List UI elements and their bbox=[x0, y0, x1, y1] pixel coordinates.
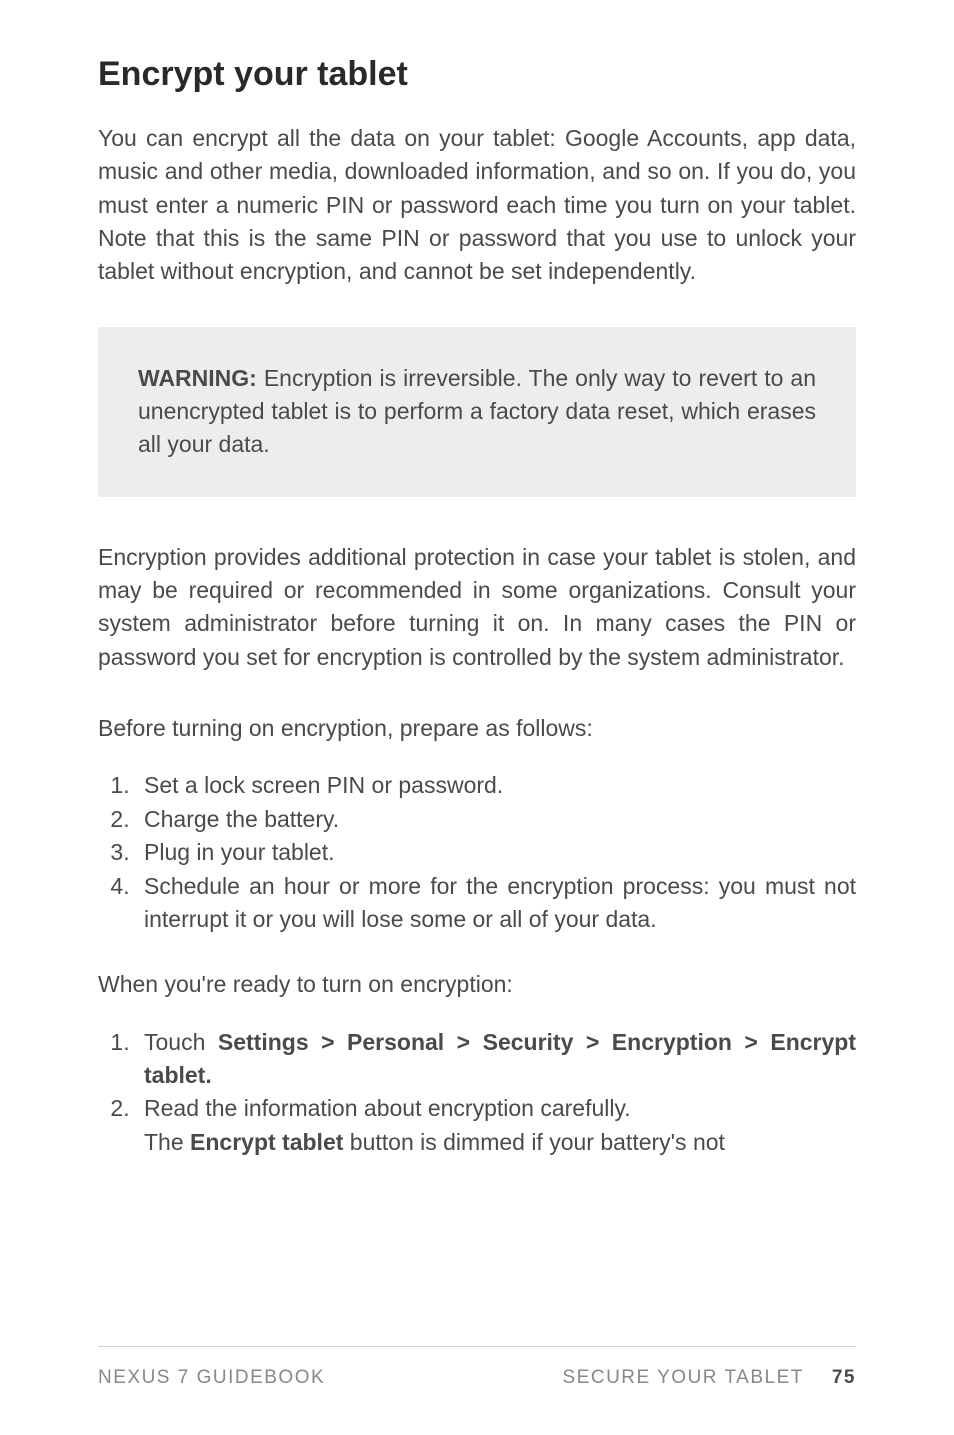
step-button-name: Encrypt tablet bbox=[190, 1129, 343, 1155]
warning-label: WARNING: bbox=[138, 365, 257, 391]
footer-right: SECURE YOUR TABLET 75 bbox=[563, 1367, 856, 1389]
ready-list: Touch Settings > Personal > Security > E… bbox=[98, 1026, 856, 1159]
list-item: Read the information about encryption ca… bbox=[136, 1092, 856, 1159]
page-footer: NEXUS 7 GUIDEBOOK SECURE YOUR TABLET 75 bbox=[98, 1346, 856, 1389]
step-line1: Read the information about encryption ca… bbox=[144, 1095, 631, 1121]
step-prefix: Touch bbox=[144, 1029, 218, 1055]
step-path: Settings > Personal > Security > Encrypt… bbox=[144, 1029, 856, 1088]
page-title: Encrypt your tablet bbox=[98, 55, 856, 94]
list-item: Set a lock screen PIN or password. bbox=[136, 769, 856, 802]
step-line2-prefix: The bbox=[144, 1129, 190, 1155]
step-line2-suffix: button is dimmed if your battery's not bbox=[343, 1129, 725, 1155]
protection-paragraph: Encryption provides additional protectio… bbox=[98, 541, 856, 674]
page-number: 75 bbox=[832, 1367, 856, 1389]
list-item: Charge the battery. bbox=[136, 803, 856, 836]
warning-text: WARNING: Encryption is irreversible. The… bbox=[138, 362, 816, 462]
prepare-paragraph: Before turning on encryption, prepare as… bbox=[98, 712, 856, 745]
list-item: Schedule an hour or more for the encrypt… bbox=[136, 870, 856, 937]
warning-box: WARNING: Encryption is irreversible. The… bbox=[98, 327, 856, 497]
list-item: Plug in your tablet. bbox=[136, 836, 856, 869]
footer-left: NEXUS 7 GUIDEBOOK bbox=[98, 1367, 325, 1389]
prepare-list: Set a lock screen PIN or password. Charg… bbox=[98, 769, 856, 936]
list-item: Touch Settings > Personal > Security > E… bbox=[136, 1026, 856, 1093]
footer-section: SECURE YOUR TABLET bbox=[563, 1367, 804, 1389]
ready-paragraph: When you're ready to turn on encryption: bbox=[98, 968, 856, 1001]
intro-paragraph: You can encrypt all the data on your tab… bbox=[98, 122, 856, 289]
